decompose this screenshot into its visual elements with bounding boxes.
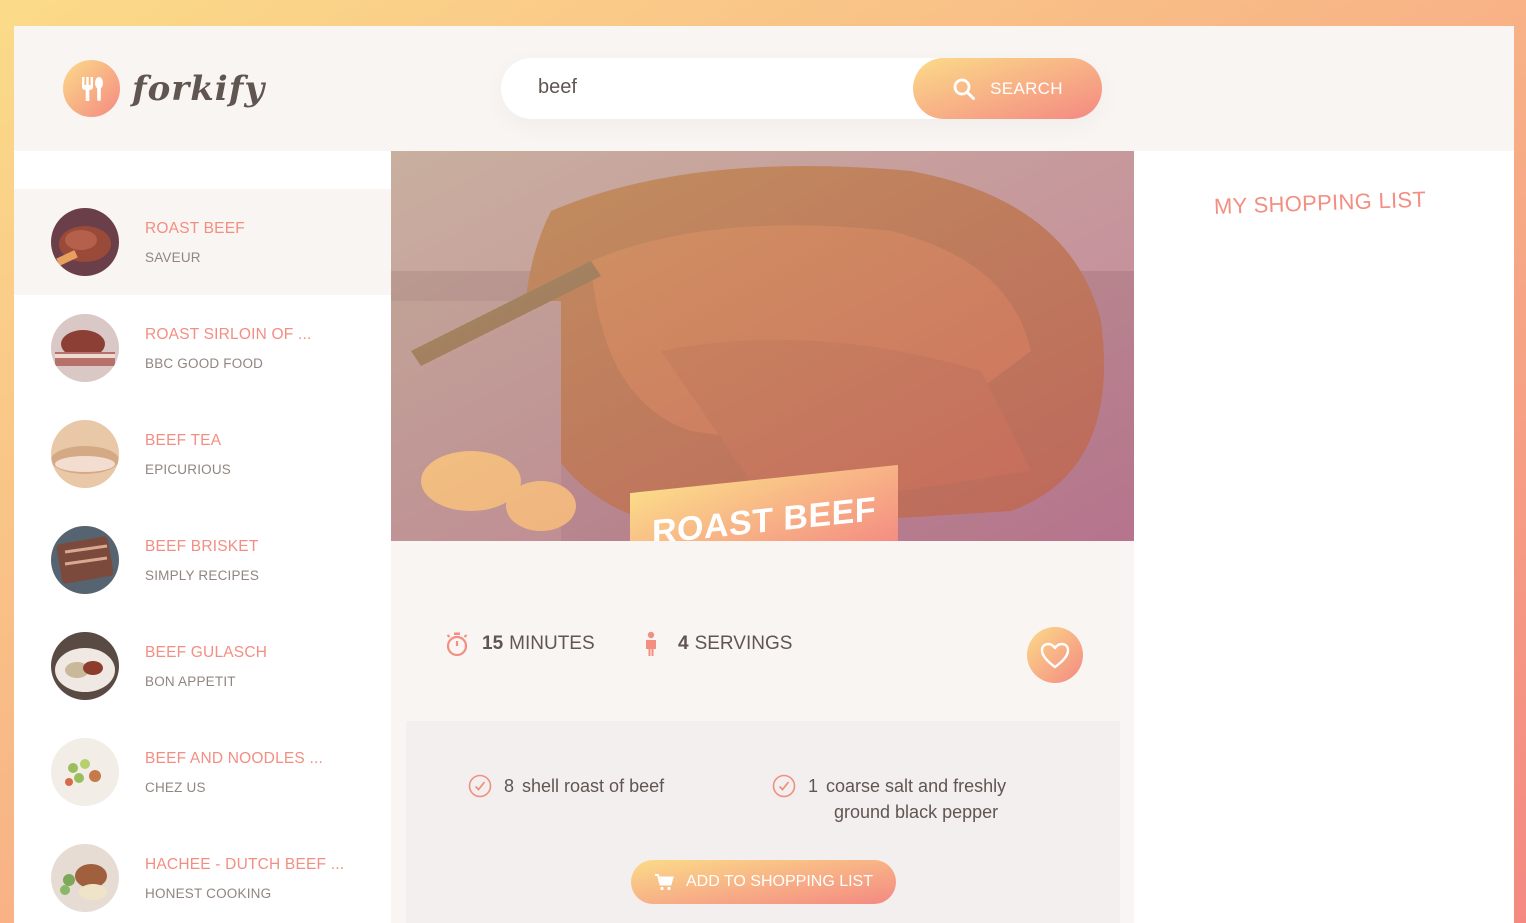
- result-item[interactable]: ROAST SIRLOIN OF ... BBC GOOD FOOD: [14, 295, 391, 401]
- result-publisher: BON APPETIT: [145, 673, 236, 689]
- result-title: BEEF AND NOODLES ...: [145, 749, 323, 767]
- recipe-time: 15 MINUTES: [445, 631, 595, 657]
- result-title: ROAST SIRLOIN OF ...: [145, 325, 312, 343]
- logo[interactable]: forkify: [63, 60, 265, 117]
- recipe-servings: 4 SERVINGS: [642, 631, 792, 657]
- shopping-list-panel: MY SHOPPING LIST: [1134, 151, 1514, 923]
- bookmark-button[interactable]: [1027, 627, 1083, 683]
- ingredient-item: 8 shell roast of beef: [468, 773, 664, 799]
- heart-icon: [1040, 642, 1070, 668]
- recipe-panel: ROAST BEEF 15 MINUTES 4 SERVINGS 8 shell…: [391, 151, 1134, 923]
- ingredient-text: coarse salt and freshly: [826, 776, 1007, 796]
- result-item[interactable]: BEEF BRISKET SIMPLY RECIPES: [14, 507, 391, 613]
- result-item[interactable]: BEEF GULASCH BON APPETIT: [14, 613, 391, 719]
- search-icon: [953, 78, 976, 100]
- result-thumbnail: [51, 208, 119, 276]
- result-thumbnail: [51, 738, 119, 806]
- result-publisher: SIMPLY RECIPES: [145, 567, 260, 583]
- recipe-servings-value: 4: [678, 633, 689, 654]
- add-to-shopping-list-label: ADD TO SHOPPING LIST: [685, 873, 873, 890]
- logo-text: forkify: [132, 68, 266, 109]
- stopwatch-icon: [446, 632, 468, 657]
- result-thumbnail: [51, 314, 119, 382]
- result-title: BEEF BRISKET: [145, 537, 259, 555]
- ingredient-count: 1: [808, 776, 819, 796]
- recipe-details: 15 MINUTES 4 SERVINGS: [406, 541, 1120, 721]
- result-publisher: HONEST COOKING: [145, 885, 272, 901]
- result-item[interactable]: BEEF AND NOODLES ... CHEZ US: [14, 719, 391, 825]
- app-container: forkify beef SEARCH ROAST BEEF SAVEUR RO…: [14, 26, 1514, 923]
- search-button[interactable]: SEARCH: [913, 58, 1102, 119]
- cart-icon: [654, 874, 674, 891]
- recipe-servings-label: SERVINGS: [694, 633, 793, 654]
- result-publisher: SAVEUR: [145, 249, 201, 265]
- result-title: ROAST BEEF: [145, 219, 245, 237]
- check-icon: [772, 774, 796, 798]
- result-item[interactable]: BEEF TEA EPICURIOUS: [14, 401, 391, 507]
- header: forkify beef SEARCH: [14, 26, 1514, 151]
- recipe-time-label: MINUTES: [509, 633, 595, 654]
- person-icon: [646, 631, 656, 656]
- result-item[interactable]: ROAST BEEF SAVEUR: [14, 189, 391, 295]
- fork-spoon-icon: [63, 60, 120, 117]
- result-title: BEEF GULASCH: [145, 643, 268, 661]
- ingredient-count: 8: [504, 776, 515, 796]
- result-publisher: CHEZ US: [145, 779, 206, 795]
- search-button-label: SEARCH: [990, 78, 1063, 98]
- result-title: HACHEE - DUTCH BEEF ...: [145, 855, 345, 873]
- result-thumbnail: [51, 526, 119, 594]
- recipe-ingredients: 8 shell roast of beef 1 coarse salt and …: [406, 721, 1120, 923]
- result-thumbnail: [51, 844, 119, 912]
- ingredient-item: 1 coarse salt and freshly ground black p…: [772, 773, 1006, 825]
- result-publisher: EPICURIOUS: [145, 461, 232, 477]
- search-input[interactable]: beef: [538, 76, 577, 99]
- result-thumbnail: [51, 420, 119, 488]
- shopping-list-title: MY SHOPPING LIST: [1213, 186, 1427, 219]
- result-publisher: BBC GOOD FOOD: [145, 355, 264, 371]
- ingredient-text: shell roast of beef: [522, 776, 665, 796]
- search-form: beef SEARCH: [501, 58, 1102, 119]
- search-results: ROAST BEEF SAVEUR ROAST SIRLOIN OF ... B…: [14, 151, 391, 923]
- check-icon: [468, 774, 492, 798]
- add-to-shopping-list-button[interactable]: ADD TO SHOPPING LIST: [631, 860, 896, 904]
- result-title: BEEF TEA: [145, 431, 222, 449]
- ingredient-text-continued: ground black pepper: [834, 802, 999, 822]
- recipe-time-value: 15: [482, 633, 504, 654]
- result-thumbnail: [51, 632, 119, 700]
- result-item[interactable]: HACHEE - DUTCH BEEF ... HONEST COOKING: [14, 825, 391, 923]
